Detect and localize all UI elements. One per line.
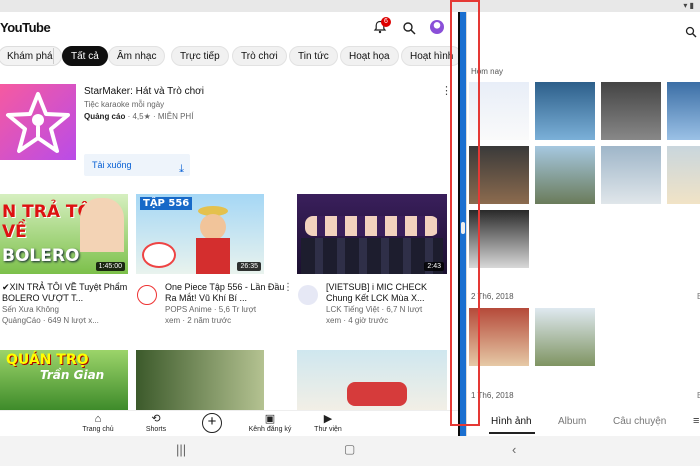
account-avatar-icon[interactable] — [430, 20, 444, 34]
thumb-players — [305, 216, 439, 236]
photo-thumb[interactable] — [667, 146, 700, 204]
thumb-person — [80, 198, 124, 252]
video-duration-1: 1:45:00 — [95, 262, 125, 271]
tab-pictures[interactable]: Hình ảnh — [491, 416, 532, 427]
create-plus-icon[interactable]: + — [202, 413, 222, 433]
ad-subtitle: Tiệc karaoke mỗi ngày — [84, 100, 165, 109]
video-info-3: [VIETSUB] i MIC CHECK Chung Kết LCK Mùa … — [326, 282, 444, 326]
photo-thumb[interactable] — [667, 82, 700, 140]
thumb-body — [196, 238, 230, 274]
tab-albums[interactable]: Album — [558, 416, 586, 427]
ad-download-label: Tải xuống — [92, 160, 132, 170]
subscriptions-icon: ▣ — [264, 413, 276, 425]
highlight-box — [450, 0, 480, 426]
menu-icon[interactable]: ≡ — [693, 415, 699, 427]
status-bar: ▾ ▮ — [0, 0, 700, 12]
chip-all[interactable]: Tất cả — [62, 46, 108, 66]
thumb-text-4: QUÁN TRỌ — [6, 352, 89, 368]
back-icon[interactable]: ‹ — [512, 442, 516, 457]
thumb-text-4b: Trần Gian — [40, 368, 105, 382]
chip-live[interactable]: Trực tiếp — [171, 46, 229, 66]
nav-shorts[interactable]: ⟲ Shorts — [126, 413, 186, 433]
video-duration-3: 2:43 — [424, 262, 444, 271]
video-info-2: One Piece Tập 556 - Lần Đầu Ra Mắt! Vũ K… — [165, 282, 293, 326]
nav-subscriptions-label: Kênh đăng ký — [248, 426, 292, 433]
video-thumbnail-3[interactable]: 2:43 — [297, 194, 447, 274]
video-duration-2: 26:35 — [237, 262, 261, 271]
video-thumbnail-1[interactable]: N TRẢ TÔI VỀ BOLERO 1:45:00 — [0, 194, 128, 274]
youtube-bottom-nav: ⌂ Trang chủ ⟲ Shorts + ▣ Kênh đăng ký ▶ … — [0, 410, 458, 436]
thumb-text-1b: BOLERO — [2, 246, 80, 266]
screen: ▾ ▮ YouTube 6 Khám phá Tất cả Âm nhạc Tr… — [0, 0, 700, 466]
chip-gaming[interactable]: Trò chơi — [232, 46, 287, 66]
nav-subscriptions[interactable]: ▣ Kênh đăng ký — [240, 413, 300, 433]
thumb-jerseys — [301, 238, 443, 274]
video-thumbnail-4[interactable]: QUÁN TRỌ Trần Gian — [0, 350, 128, 410]
gallery-pane: Hôm nay 2 Th6, 2018 E 1 Th6, 2018 E Hình… — [467, 12, 700, 436]
video-channel-1[interactable]: Sến Xưa Không — [2, 305, 130, 315]
system-navigation-bar: ||| ▢ ‹ — [0, 436, 700, 466]
search-icon[interactable] — [685, 26, 697, 38]
ad-title[interactable]: StarMaker: Hát và Trò chơi — [84, 86, 204, 97]
youtube-header: YouTube 6 — [0, 12, 458, 42]
youtube-logo[interactable]: YouTube — [0, 20, 51, 35]
system-home-icon[interactable]: ▢ — [344, 442, 355, 456]
status-icons: ▾ ▮ — [683, 1, 694, 10]
video-meta-2: xem · 2 năm trước — [165, 316, 232, 325]
photo-thumb[interactable] — [601, 146, 661, 204]
download-icon: ⤓ — [179, 163, 184, 175]
video-thumbnail-5[interactable] — [136, 350, 264, 410]
ad-download-button[interactable]: Tải xuống ⤓ — [84, 154, 190, 176]
video-info-1: ✔XIN TRẢ TÔI VỀ Tuyệt Phẩm BOLERO VƯỢT T… — [2, 282, 130, 326]
video-thumbnail-2[interactable]: TẬP 556 26:35 — [136, 194, 264, 274]
more-vert-icon[interactable]: ⋮ — [283, 282, 293, 293]
nav-home-label: Trang chủ — [82, 426, 114, 433]
nav-library-label: Thư viện — [314, 426, 342, 433]
nav-shorts-label: Shorts — [145, 426, 167, 433]
video-meta-1: QuảngCáo · 649 N lượt x... — [2, 316, 99, 325]
chip-music[interactable]: Âm nhạc — [108, 46, 166, 66]
category-chips: Khám phá Tất cả Âm nhạc Trực tiếp Trò ch… — [0, 46, 458, 68]
photo-thumb[interactable] — [601, 82, 661, 140]
chip-animation[interactable]: Hoạt họa — [340, 46, 399, 66]
home-icon: ⌂ — [94, 413, 102, 425]
youtube-pane: YouTube 6 Khám phá Tất cả Âm nhạc Trực t… — [0, 12, 458, 436]
tab-stories[interactable]: Câu chuyện — [613, 416, 666, 427]
thumb-text-2: TẬP 556 — [140, 197, 193, 210]
ad-meta: Quảng cáo · 4,5★ · MIỄN PHÍ — [84, 112, 193, 121]
video-meta-3: xem · 4 giờ trước — [326, 316, 389, 325]
video-title-2[interactable]: One Piece Tập 556 - Lần Đầu Ra Mắt! Vũ K… — [165, 282, 293, 304]
video-channel-3[interactable]: LCK Tiếng Việt · 6,7 N lượt — [326, 305, 444, 315]
chip-divider — [53, 48, 54, 64]
recents-icon[interactable]: ||| — [176, 442, 186, 457]
tab-indicator — [489, 432, 535, 434]
channel-avatar-3[interactable] — [298, 285, 318, 305]
ad-label: Quảng cáo — [84, 112, 126, 121]
chip-news[interactable]: Tin tức — [289, 46, 338, 66]
gallery-tabs: Hình ảnh Album Câu chuyện ≡ — [467, 412, 700, 436]
video-thumbnail-6[interactable] — [297, 350, 447, 410]
ad-rating: · 4,5★ · MIỄN PHÍ — [127, 112, 194, 121]
search-icon[interactable] — [402, 21, 416, 35]
library-icon: ▶ — [323, 413, 333, 425]
nav-library[interactable]: ▶ Thư viện — [298, 413, 358, 433]
ad-app-icon[interactable] — [0, 84, 76, 160]
pops-logo — [142, 242, 176, 268]
video-title-1[interactable]: ✔XIN TRẢ TÔI VỀ Tuyệt Phẩm BOLERO VƯỢT T… — [2, 282, 130, 304]
thumb-car — [347, 382, 407, 406]
video-title-3[interactable]: [VIETSUB] i MIC CHECK Chung Kết LCK Mùa … — [326, 282, 444, 304]
thumb-face — [200, 214, 226, 240]
video-channel-2[interactable]: POPS Anime · 5,6 Tr lượt — [165, 305, 293, 315]
nav-home[interactable]: ⌂ Trang chủ — [68, 413, 128, 433]
channel-avatar-2[interactable] — [137, 285, 157, 305]
photo-thumb[interactable] — [535, 82, 595, 140]
shorts-icon: ⟲ — [151, 413, 161, 425]
notification-badge: 6 — [381, 17, 391, 27]
photo-thumb[interactable] — [535, 146, 595, 204]
photo-thumb[interactable] — [535, 308, 595, 366]
